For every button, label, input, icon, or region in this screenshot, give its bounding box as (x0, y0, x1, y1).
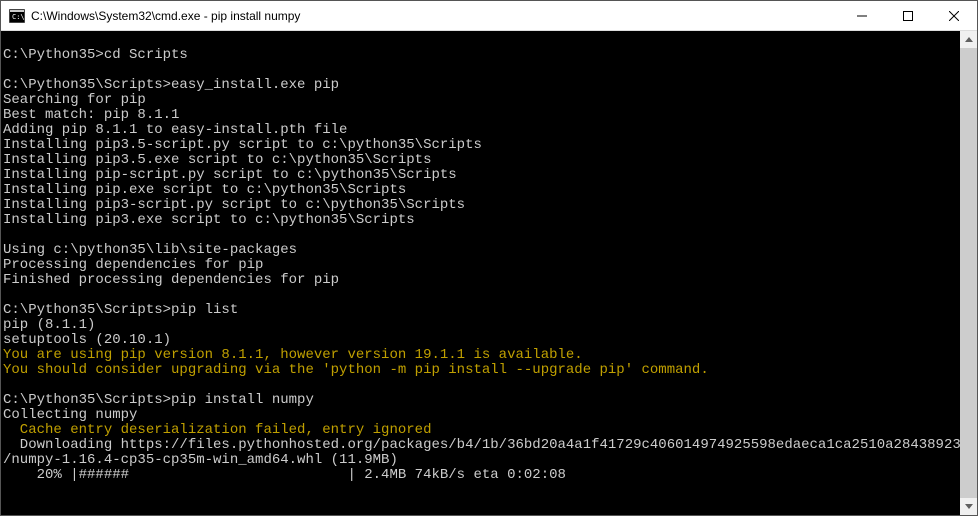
terminal-line: You are using pip version 8.1.1, however… (3, 348, 960, 363)
terminal-line (3, 63, 960, 78)
close-button[interactable] (931, 1, 977, 30)
terminal-line: pip (8.1.1) (3, 318, 960, 333)
cmd-window: C:\ C:\Windows\System32\cmd.exe - pip in… (0, 0, 978, 516)
scroll-thumb[interactable] (960, 48, 977, 498)
terminal-line (3, 378, 960, 393)
cmd-icon: C:\ (9, 8, 25, 24)
terminal-line: 20% |###### | 2.4MB 74kB/s eta 0:02:08 (3, 468, 960, 483)
terminal-line: Finished processing dependencies for pip (3, 273, 960, 288)
terminal-line (3, 33, 960, 48)
terminal-line: Installing pip.exe script to c:\python35… (3, 183, 960, 198)
scroll-down-arrow[interactable] (960, 498, 977, 515)
terminal-line: Best match: pip 8.1.1 (3, 108, 960, 123)
terminal-line: C:\Python35\Scripts>easy_install.exe pip (3, 78, 960, 93)
terminal-line: Collecting numpy (3, 408, 960, 423)
titlebar[interactable]: C:\ C:\Windows\System32\cmd.exe - pip in… (1, 1, 977, 31)
terminal-line: C:\Python35\Scripts>pip install numpy (3, 393, 960, 408)
scroll-up-arrow[interactable] (960, 31, 977, 48)
terminal-line: Installing pip-script.py script to c:\py… (3, 168, 960, 183)
terminal-line (3, 228, 960, 243)
terminal-line: C:\Python35>cd Scripts (3, 48, 960, 63)
terminal-line: Processing dependencies for pip (3, 258, 960, 273)
terminal-line: Installing pip3-script.py script to c:\p… (3, 198, 960, 213)
terminal-line: You should consider upgrading via the 'p… (3, 363, 960, 378)
terminal-line (3, 288, 960, 303)
minimize-button[interactable] (839, 1, 885, 30)
window-title: C:\Windows\System32\cmd.exe - pip instal… (31, 9, 839, 23)
svg-text:C:\: C:\ (12, 13, 25, 21)
terminal-line: Installing pip3.exe script to c:\python3… (3, 213, 960, 228)
terminal-output[interactable]: C:\Python35>cd Scripts C:\Python35\Scrip… (1, 31, 960, 515)
terminal-area: C:\Python35>cd Scripts C:\Python35\Scrip… (1, 31, 977, 515)
terminal-line: Downloading https://files.pythonhosted.o… (3, 438, 960, 453)
terminal-line: /numpy-1.16.4-cp35-cp35m-win_amd64.whl (… (3, 453, 960, 468)
terminal-line: Using c:\python35\lib\site-packages (3, 243, 960, 258)
terminal-line: Installing pip3.5.exe script to c:\pytho… (3, 153, 960, 168)
vertical-scrollbar[interactable] (960, 31, 977, 515)
scroll-track[interactable] (960, 48, 977, 498)
terminal-line: setuptools (20.10.1) (3, 333, 960, 348)
terminal-line: Cache entry deserialization failed, entr… (3, 423, 960, 438)
maximize-button[interactable] (885, 1, 931, 30)
terminal-line: Installing pip3.5-script.py script to c:… (3, 138, 960, 153)
terminal-line: Adding pip 8.1.1 to easy-install.pth fil… (3, 123, 960, 138)
titlebar-buttons (839, 1, 977, 30)
terminal-line: C:\Python35\Scripts>pip list (3, 303, 960, 318)
terminal-line: Searching for pip (3, 93, 960, 108)
